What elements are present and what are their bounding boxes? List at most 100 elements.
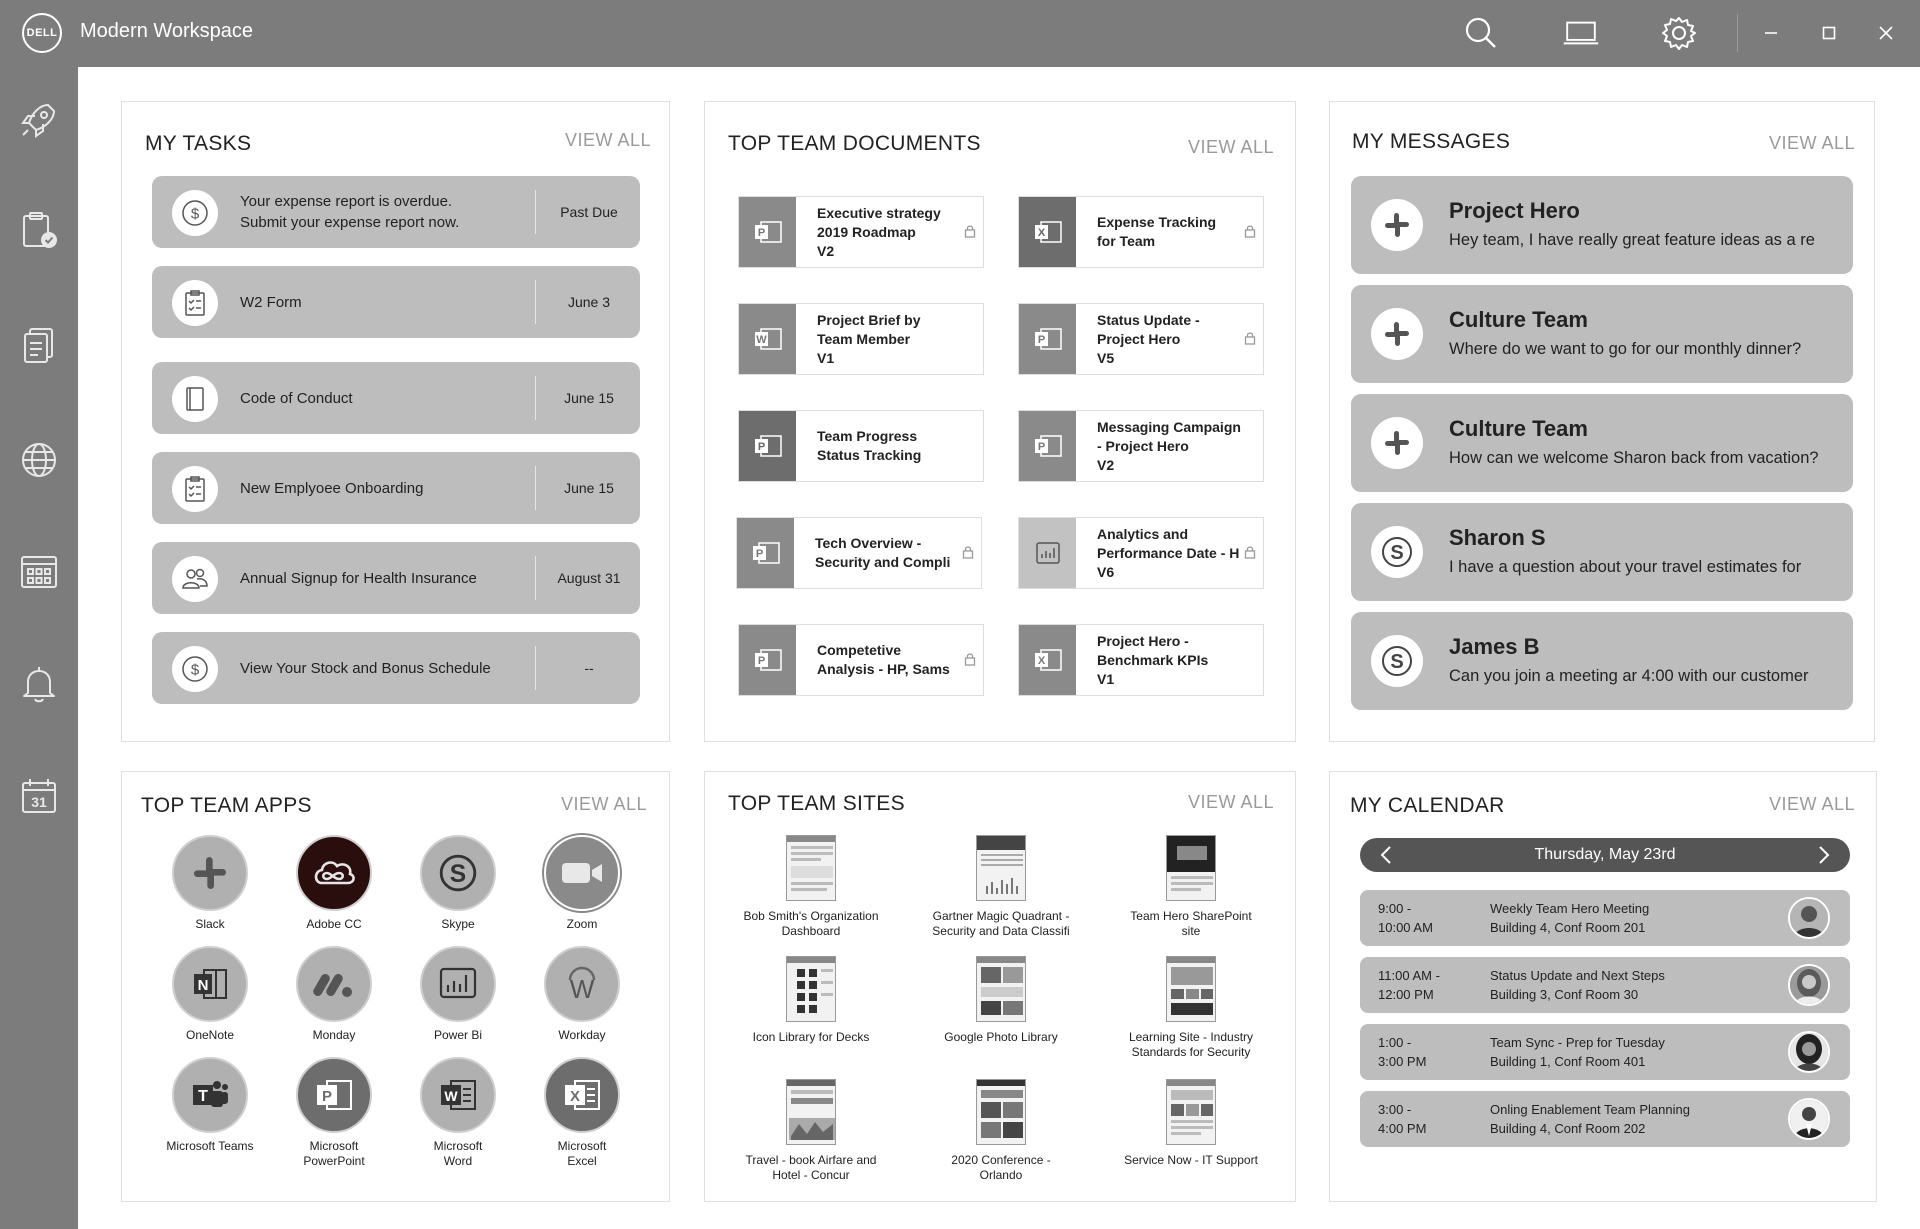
- message-sender: Culture Team: [1449, 307, 1588, 332]
- app-microsoft-excel[interactable]: X Microsoft Excel: [527, 1057, 637, 1169]
- svg-text:P: P: [757, 655, 764, 667]
- svg-text:$: $: [191, 206, 200, 223]
- close-icon[interactable]: [1867, 14, 1905, 52]
- document-card[interactable]: Analytics and Performance Date - H V6: [1018, 517, 1264, 589]
- bell-icon[interactable]: [18, 663, 60, 705]
- site-link[interactable]: Service Now - IT Support: [1111, 1079, 1271, 1168]
- message-preview: Can you join a meeting ar 4:00 with our …: [1449, 667, 1809, 685]
- dollar-icon: $: [172, 190, 218, 236]
- logo-text: DELL: [26, 27, 58, 39]
- view-all-link[interactable]: VIEW ALL: [1769, 133, 1855, 154]
- document-card[interactable]: P Status Update - Project Hero V5: [1018, 303, 1264, 375]
- svg-text:X: X: [1037, 227, 1045, 239]
- task-item[interactable]: $ Your expense report is overdue. Submit…: [152, 176, 640, 248]
- task-due-date: June 15: [564, 390, 614, 406]
- message-item[interactable]: S Sharon S I have a question about your …: [1351, 503, 1853, 601]
- svg-text:W: W: [756, 334, 767, 346]
- powerpoint-icon: P: [739, 411, 796, 481]
- view-all-link[interactable]: VIEW ALL: [561, 794, 647, 815]
- calendar-event[interactable]: 1:00 - 3:00 PM Team Sync - Prep for Tues…: [1360, 1024, 1850, 1080]
- site-link[interactable]: Bob Smith's Organization Dashboard: [731, 835, 891, 939]
- app-workday[interactable]: W Workday: [527, 946, 637, 1043]
- app-slack[interactable]: Slack: [155, 835, 265, 932]
- app-onenote[interactable]: N OneNote: [155, 946, 265, 1043]
- document-card[interactable]: P Competetive Analysis - HP, Sams: [738, 624, 984, 696]
- site-link[interactable]: Icon Library for Decks: [731, 956, 891, 1045]
- message-item[interactable]: Project Hero Hey team, I have really gre…: [1351, 176, 1853, 274]
- app-monday[interactable]: Monday: [279, 946, 389, 1043]
- message-item[interactable]: Culture Team How can we welcome Sharon b…: [1351, 394, 1853, 492]
- app-microsoft-powerpoint[interactable]: P Microsoft PowerPoint: [279, 1057, 389, 1169]
- task-item[interactable]: Annual Signup for Health Insurance Augus…: [152, 542, 640, 614]
- view-all-link[interactable]: VIEW ALL: [565, 130, 651, 151]
- app-adobe-cc[interactable]: Adobe CC: [279, 835, 389, 932]
- site-link[interactable]: Google Photo Library: [921, 956, 1081, 1045]
- message-item[interactable]: S James B Can you join a meeting ar 4:00…: [1351, 612, 1853, 710]
- calendar-event[interactable]: 11:00 AM - 12:00 PM Status Update and Ne…: [1360, 957, 1850, 1013]
- app-skype[interactable]: S Skype: [403, 835, 513, 932]
- site-link[interactable]: 2020 Conference - Orlando: [921, 1079, 1081, 1183]
- top-team-sites-panel: TOP TEAM SITES VIEW ALL Bob Smith's Orga…: [704, 771, 1296, 1202]
- document-card[interactable]: P Messaging Campaign - Project Hero V2: [1018, 410, 1264, 482]
- document-card[interactable]: P Tech Overview - Security and Compli: [736, 517, 982, 589]
- search-icon[interactable]: [1462, 14, 1500, 52]
- task-due-date: June 15: [564, 480, 614, 496]
- rocket-icon[interactable]: [18, 99, 60, 141]
- site-thumbnail: [786, 956, 836, 1022]
- checklist-icon: [172, 466, 218, 512]
- site-link[interactable]: Team Hero SharePoint site: [1111, 835, 1271, 939]
- zoom-icon: [544, 835, 620, 911]
- app-title: Modern Workspace: [80, 20, 254, 42]
- app-zoom[interactable]: Zoom: [527, 835, 637, 932]
- message-item[interactable]: Culture Team Where do we want to go for …: [1351, 285, 1853, 383]
- app-label: Skype: [441, 917, 475, 931]
- documents-icon[interactable]: [18, 325, 60, 367]
- calendar-event[interactable]: 3:00 - 4:00 PM Onling Enablement Team Pl…: [1360, 1091, 1850, 1147]
- calendar-date-nav: Thursday, May 23rd: [1360, 838, 1850, 872]
- event-title: Onling Enablement Team Planning: [1490, 1102, 1690, 1117]
- app-microsoft-teams[interactable]: T Microsoft Teams: [155, 1057, 265, 1154]
- app-power-bi[interactable]: Power Bi: [403, 946, 513, 1043]
- task-item[interactable]: W2 Form June 3: [152, 266, 640, 338]
- panel-title: MY CALENDAR: [1350, 794, 1505, 817]
- view-all-link[interactable]: VIEW ALL: [1188, 137, 1274, 158]
- document-card[interactable]: P Team Progress Status Tracking: [738, 410, 984, 482]
- maximize-icon[interactable]: [1810, 14, 1848, 52]
- site-label: 2020 Conference - Orlando: [951, 1153, 1051, 1182]
- document-card[interactable]: P Executive strategy 2019 Roadmap V2: [738, 196, 984, 268]
- grid-calendar-icon[interactable]: [18, 551, 60, 593]
- document-card[interactable]: X Expense Tracking for Team: [1018, 196, 1264, 268]
- svg-text:W: W: [570, 974, 595, 1004]
- globe-icon[interactable]: [18, 439, 60, 481]
- message-sender: Culture Team: [1449, 416, 1588, 441]
- panel-title: TOP TEAM DOCUMENTS: [728, 132, 981, 155]
- task-item[interactable]: New Emplyoee Onboarding June 15: [152, 452, 640, 524]
- lock-icon: [963, 652, 977, 666]
- settings-icon[interactable]: [1660, 14, 1698, 52]
- site-link[interactable]: Learning Site - Industry Standards for S…: [1111, 956, 1271, 1060]
- chevron-right-icon[interactable]: [1804, 838, 1844, 872]
- clipboard-check-icon[interactable]: [18, 209, 60, 251]
- message-preview: How can we welcome Sharon back from vaca…: [1449, 449, 1819, 467]
- app-label: Monday: [312, 1028, 356, 1042]
- svg-text:S: S: [450, 861, 466, 888]
- minimize-icon[interactable]: [1752, 14, 1790, 52]
- calendar-event[interactable]: 9:00 - 10:00 AM Weekly Team Hero Meeting…: [1360, 890, 1850, 946]
- document-card[interactable]: X Project Hero - Benchmark KPIs V1: [1018, 624, 1264, 696]
- task-item[interactable]: $ View Your Stock and Bonus Schedule --: [152, 632, 640, 704]
- app-microsoft-word[interactable]: W Microsoft Word: [403, 1057, 513, 1169]
- chevron-left-icon[interactable]: [1366, 838, 1406, 872]
- event-time: 3:00 - 4:00 PM: [1378, 1102, 1427, 1136]
- view-all-link[interactable]: VIEW ALL: [1769, 794, 1855, 815]
- task-due-date: Past Due: [560, 204, 618, 220]
- app-label: Slack: [195, 917, 225, 931]
- task-item[interactable]: Code of Conduct June 15: [152, 362, 640, 434]
- laptop-icon[interactable]: [1562, 14, 1600, 52]
- site-link[interactable]: Gartner Magic Quadrant - Security and Da…: [921, 835, 1081, 939]
- powerpoint-icon: P: [739, 625, 796, 695]
- view-all-link[interactable]: VIEW ALL: [1188, 792, 1274, 813]
- svg-text:P: P: [322, 1088, 332, 1105]
- calendar-31-icon[interactable]: 31: [18, 775, 60, 817]
- document-card[interactable]: W Project Brief by Team Member V1: [738, 303, 984, 375]
- site-link[interactable]: Travel - book Airfare and Hotel - Concur: [731, 1079, 891, 1183]
